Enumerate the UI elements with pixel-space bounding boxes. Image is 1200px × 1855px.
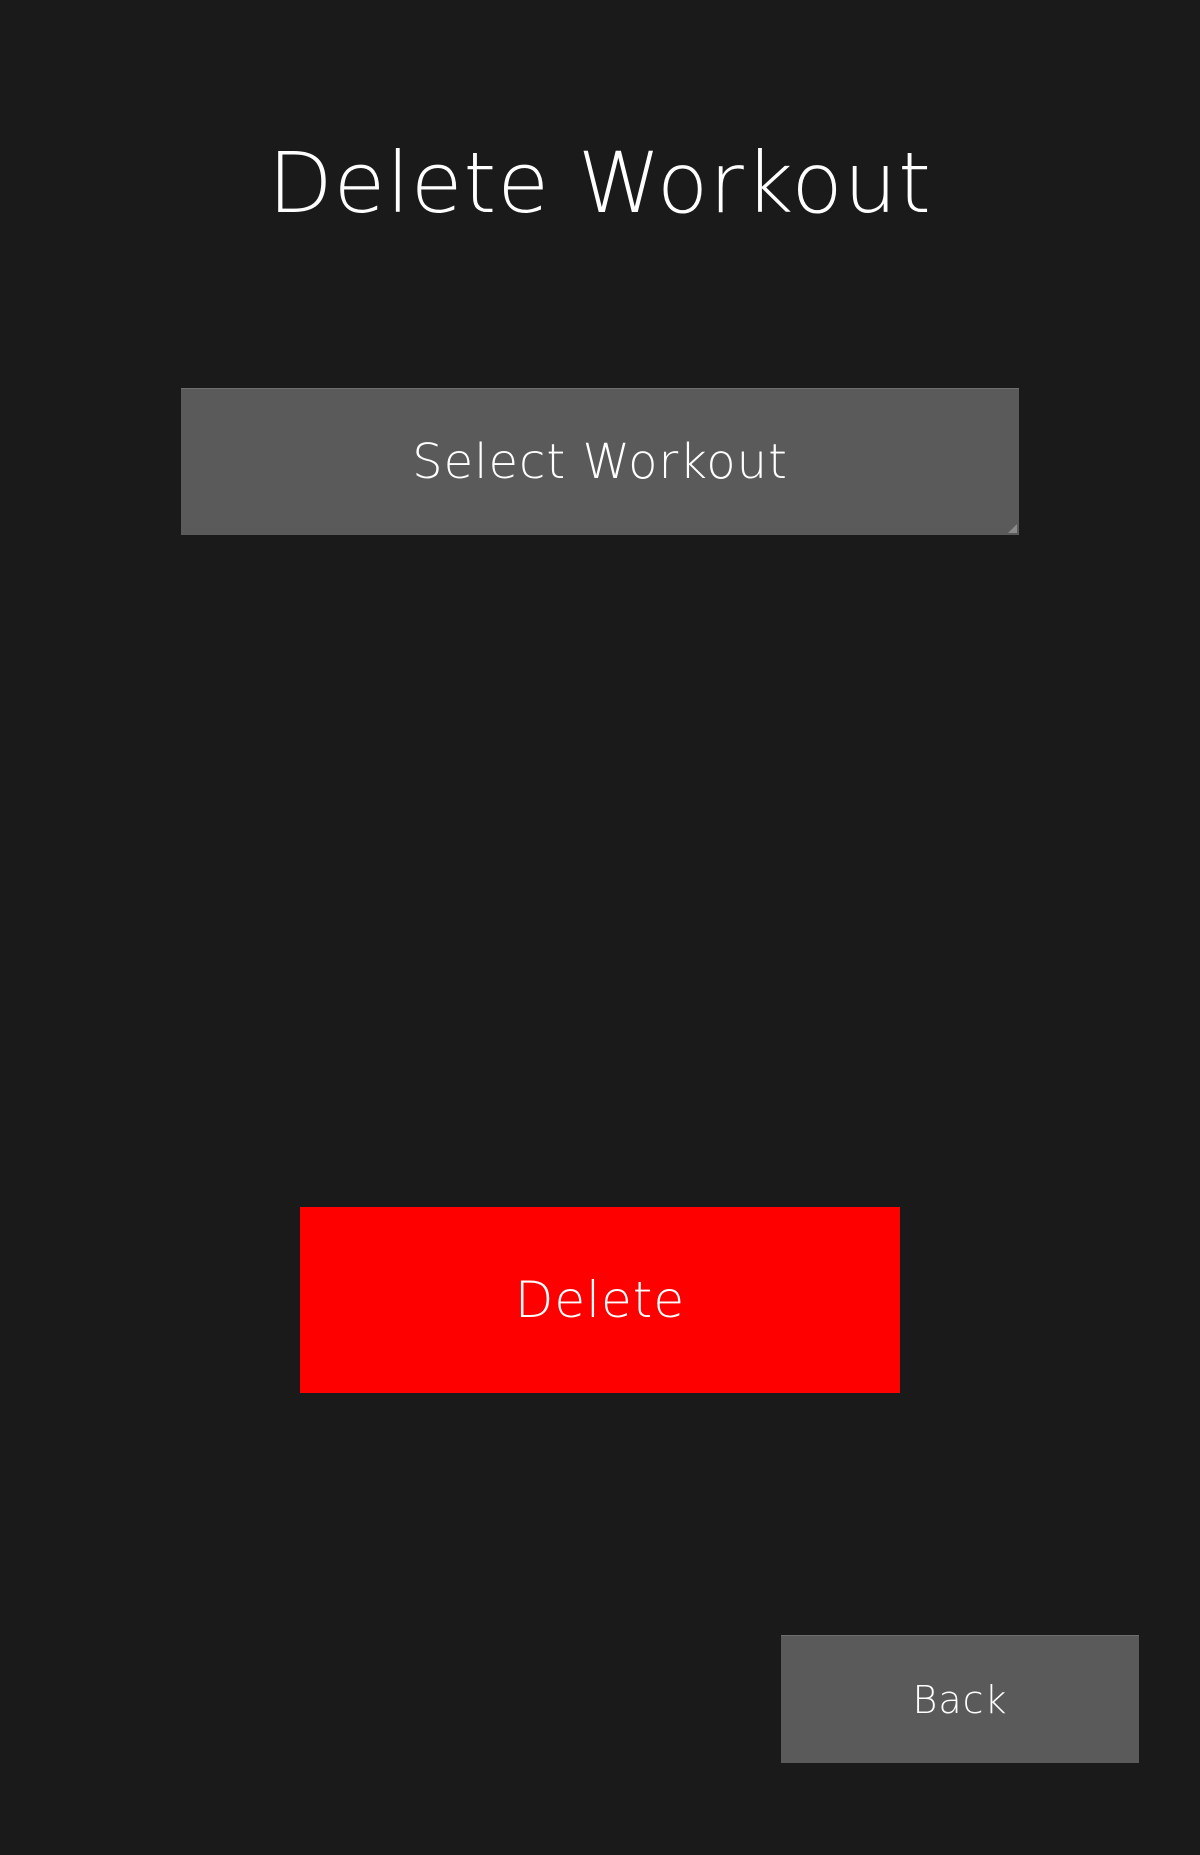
page-title: Delete Workout: [268, 134, 932, 232]
workout-select-dropdown[interactable]: Select Workout: [181, 388, 1019, 535]
workout-select-label: Select Workout: [412, 434, 788, 490]
dropdown-corner-icon: [1008, 524, 1017, 533]
back-button[interactable]: Back: [781, 1635, 1139, 1763]
delete-button[interactable]: Delete: [300, 1207, 900, 1393]
